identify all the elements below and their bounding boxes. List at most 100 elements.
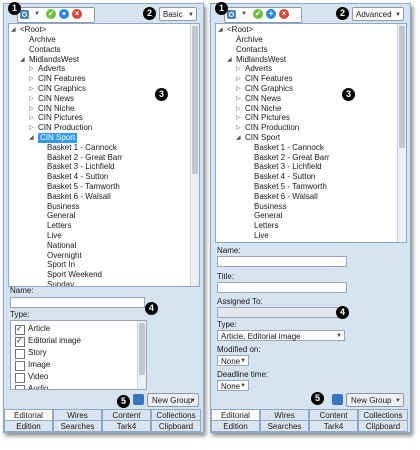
type-checklist[interactable]: Article Editorial image Story Image Video Aud… xyxy=(10,320,147,390)
bottom-tab-edition[interactable]: Edition xyxy=(211,420,260,432)
bottom-tab-searches[interactable]: Searches xyxy=(53,420,102,432)
tree-item-label: Archive xyxy=(236,35,263,44)
type-option[interactable]: Audio xyxy=(15,383,135,389)
type-option-label: Video xyxy=(28,372,49,381)
expand-triangle-icon[interactable]: ▷ xyxy=(29,84,34,94)
assigned-to-input[interactable] xyxy=(217,307,347,318)
type-scroll-thumb[interactable] xyxy=(139,323,145,375)
new-group-button[interactable]: New Group ▼ xyxy=(346,393,404,407)
new-group-button[interactable]: New Group ▼ xyxy=(147,393,199,407)
expand-triangle-icon[interactable]: ▷ xyxy=(29,64,34,74)
collapse-triangle-icon[interactable]: ◢ xyxy=(11,25,16,35)
callout-marker-3: 3 xyxy=(342,88,355,101)
folder-tree[interactable]: ◢ <Root> Archive Contacts ◢ MidlandsWest ▷ Ad… xyxy=(215,23,407,243)
tree-item-label: National xyxy=(47,240,77,250)
chevron-down-icon: ▼ xyxy=(395,398,401,404)
expand-triangle-icon[interactable]: ▷ xyxy=(236,64,241,74)
type-combo[interactable]: Article, Editorial image ▼ xyxy=(217,330,345,341)
collapse-triangle-icon[interactable]: ◢ xyxy=(29,133,34,143)
group-icon[interactable] xyxy=(332,394,343,405)
tree-item-label: Live xyxy=(254,231,269,240)
tree-item-label: CIN Production xyxy=(245,123,300,133)
tree-item-label: CIN Features xyxy=(38,74,86,84)
add-icon[interactable]: + xyxy=(266,9,276,19)
close-icon[interactable]: × xyxy=(72,9,82,19)
deadline-time-combo[interactable]: None ▼ xyxy=(217,380,249,391)
collapse-triangle-icon[interactable]: ◢ xyxy=(218,25,223,35)
type-option[interactable]: Story xyxy=(15,347,135,359)
type-checkbox[interactable] xyxy=(15,373,25,383)
tree-item-label: Basket 1 - Cannock xyxy=(47,142,117,152)
callout-marker-1: 1 xyxy=(215,2,228,15)
expand-triangle-icon[interactable]: ▷ xyxy=(236,84,241,94)
folder-tree[interactable]: ◢ <Root> Archive Contacts ◢ MidlandsWest ▷ Ad… xyxy=(8,23,200,287)
tree-item-label: Basket 2 - Great Barr xyxy=(254,152,330,162)
type-checkbox[interactable] xyxy=(15,335,25,347)
bottom-tab-edition[interactable]: Edition xyxy=(4,420,53,432)
expand-triangle-icon[interactable]: ▷ xyxy=(236,104,241,114)
expand-triangle-icon[interactable]: ▷ xyxy=(29,94,34,104)
tree-item-label: General xyxy=(47,211,76,221)
tree-item-label: CIN Sport xyxy=(38,133,78,143)
collapse-triangle-icon[interactable]: ◢ xyxy=(236,133,241,143)
bottom-tab-tark4[interactable]: Tark4 xyxy=(102,420,151,432)
type-option[interactable]: Article xyxy=(15,323,135,335)
type-option[interactable]: Video xyxy=(15,371,135,383)
expand-triangle-icon[interactable]: ▷ xyxy=(236,113,241,123)
tree-scroll-thumb[interactable] xyxy=(399,26,405,148)
close-icon[interactable]: × xyxy=(279,9,289,19)
type-checkbox[interactable] xyxy=(15,323,25,335)
mode-select[interactable]: Basic ▼ xyxy=(159,7,197,21)
bottom-tab-searches[interactable]: Searches xyxy=(260,420,309,432)
expand-triangle-icon[interactable]: ▷ xyxy=(29,123,34,133)
check-icon[interactable]: ✓ xyxy=(46,9,56,19)
callout-marker-2: 2 xyxy=(143,7,156,20)
tree-item-label: Sunday xyxy=(47,280,75,287)
add-icon[interactable]: + xyxy=(59,9,69,19)
bottom-tab-tark4[interactable]: Tark4 xyxy=(309,420,358,432)
tree-item-label: <Root> xyxy=(20,25,47,34)
tree-item-label: CIN News xyxy=(245,93,282,103)
tree-item-label: Basket 4 - Sutton xyxy=(47,172,109,182)
expand-triangle-icon[interactable]: ▷ xyxy=(236,94,241,104)
group-icon[interactable] xyxy=(133,394,144,405)
type-option[interactable]: Editorial image xyxy=(15,335,135,347)
expand-triangle-icon[interactable]: ▷ xyxy=(29,104,34,114)
title-input[interactable] xyxy=(217,282,347,293)
modified-on-combo[interactable]: None ▼ xyxy=(217,355,249,366)
source-selector[interactable]: ▼ ✓ + × xyxy=(17,7,95,23)
bottom-tab-clipboard[interactable]: Clipboard xyxy=(358,420,408,432)
callout-marker-1: 1 xyxy=(8,2,21,15)
check-icon[interactable]: ✓ xyxy=(253,9,263,19)
tree-scrollbar[interactable] xyxy=(397,24,406,242)
callout-marker-5: 5 xyxy=(311,392,324,405)
type-checkbox[interactable] xyxy=(15,349,25,359)
tree-scrollbar[interactable] xyxy=(190,24,199,286)
name-input[interactable] xyxy=(217,256,347,267)
collapse-triangle-icon[interactable]: ◢ xyxy=(20,55,25,65)
expand-triangle-icon[interactable]: ▷ xyxy=(236,123,241,133)
expand-triangle-icon[interactable]: ▷ xyxy=(236,74,241,84)
type-option[interactable]: Image xyxy=(15,359,135,371)
name-input[interactable] xyxy=(10,297,145,308)
tree-item-label: Contacts xyxy=(29,44,61,54)
tree-item-label: Basket 3 - Lichfield xyxy=(254,162,322,172)
collapse-triangle-icon[interactable]: ◢ xyxy=(227,55,232,65)
mode-select[interactable]: Advanced ▼ xyxy=(352,7,404,21)
tree-item-label: Live xyxy=(47,231,62,240)
assigned-to-label: Assigned To: xyxy=(217,297,263,306)
bottom-tab-clipboard[interactable]: Clipboard xyxy=(151,420,201,432)
source-selector[interactable]: ▼ ✓ + × xyxy=(224,7,302,23)
name-label: Name: xyxy=(217,246,241,255)
type-label: Type: xyxy=(217,320,237,329)
expand-triangle-icon[interactable]: ▷ xyxy=(29,74,34,84)
type-checkbox[interactable] xyxy=(15,385,25,389)
type-checkbox[interactable] xyxy=(15,361,25,371)
tree-item-label: Basket 3 - Lichfield xyxy=(47,162,115,172)
tree-scroll-thumb[interactable] xyxy=(192,26,198,174)
type-scrollbar[interactable] xyxy=(137,321,146,389)
tree-item-label: CIN Graphics xyxy=(245,84,294,93)
expand-triangle-icon[interactable]: ▷ xyxy=(29,113,34,123)
deadline-time-label: Deadline time: xyxy=(217,370,269,379)
tree-item-label: Basket 4 - Sutton xyxy=(254,172,316,182)
